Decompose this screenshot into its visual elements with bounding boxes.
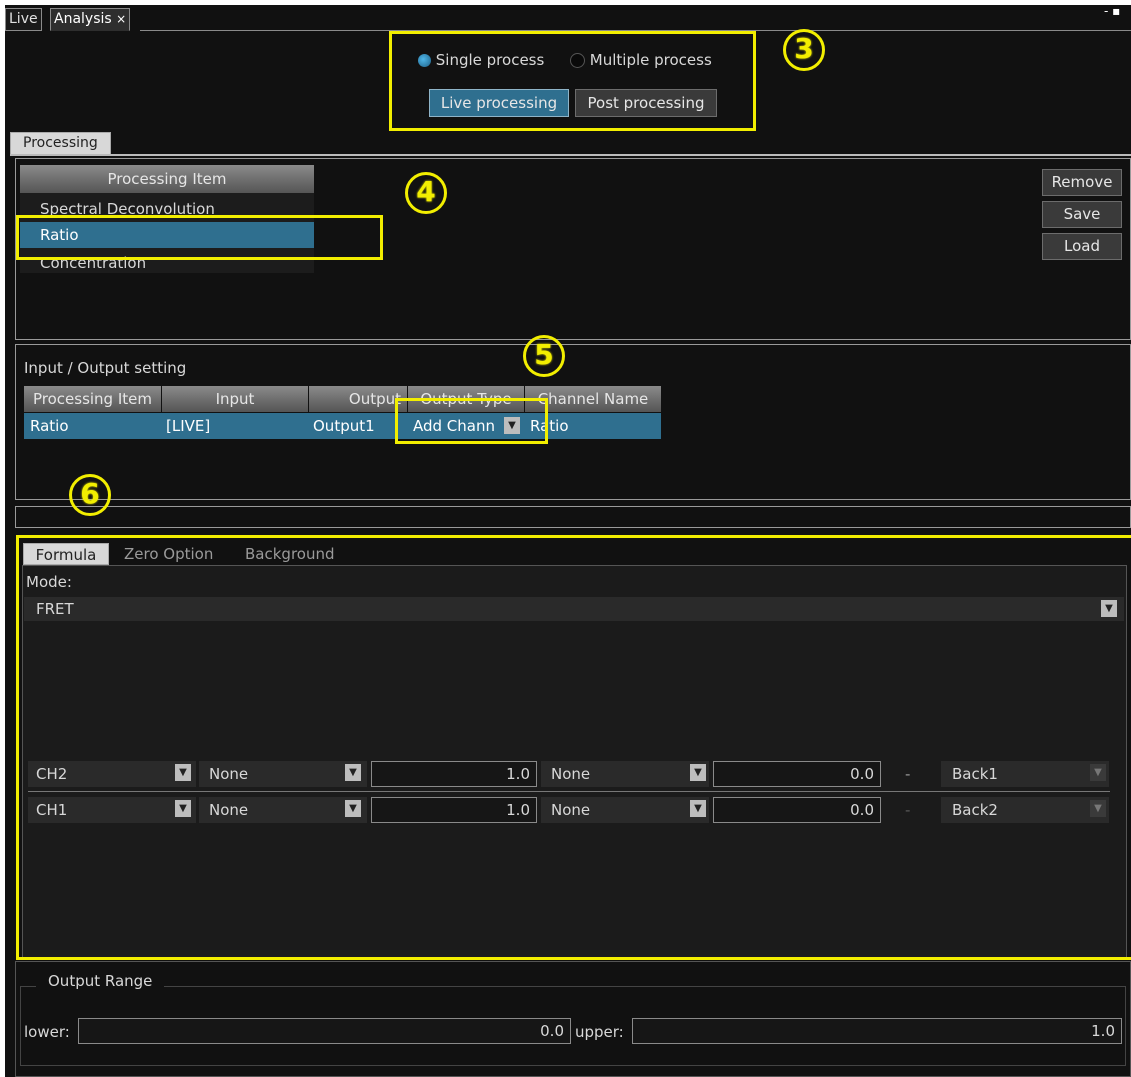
upper-input[interactable]: 1.0 bbox=[632, 1018, 1122, 1044]
io-col-header: Processing Item bbox=[24, 386, 161, 412]
processing-item-header: Processing Item bbox=[20, 165, 314, 193]
annotation-number-3: 3 bbox=[780, 28, 828, 76]
io-cell-input: [LIVE] bbox=[166, 417, 211, 435]
output-range-title: Output Range bbox=[36, 969, 165, 993]
close-icon[interactable]: × bbox=[116, 12, 126, 26]
io-cell-item: Ratio bbox=[30, 417, 69, 435]
tab-analysis[interactable]: Analysis × bbox=[50, 8, 131, 31]
processing-tab-line bbox=[10, 154, 1131, 156]
annotation-number-6: 6 bbox=[66, 473, 114, 521]
lower-input[interactable]: 0.0 bbox=[78, 1018, 571, 1044]
annotation-box-6 bbox=[16, 535, 1131, 960]
annotation-number-4: 4 bbox=[402, 171, 450, 219]
load-button[interactable]: Load bbox=[1042, 233, 1122, 260]
save-button[interactable]: Save bbox=[1042, 201, 1122, 228]
annotation-box-5 bbox=[395, 398, 548, 444]
io-col-header: Output bbox=[309, 386, 407, 412]
tab-live[interactable]: Live bbox=[5, 8, 42, 31]
window-controls-icon[interactable]: - ▪ bbox=[1104, 4, 1120, 18]
annotation-box-3 bbox=[389, 31, 756, 131]
remove-button[interactable]: Remove bbox=[1042, 169, 1122, 196]
lower-label: lower: bbox=[24, 1023, 70, 1041]
annotation-box-4 bbox=[16, 215, 383, 260]
upper-label: upper: bbox=[575, 1023, 624, 1041]
splitter-bar[interactable] bbox=[15, 506, 1131, 528]
io-cell-output: Output1 bbox=[313, 417, 375, 435]
io-col-header: Input bbox=[162, 386, 308, 412]
io-title: Input / Output setting bbox=[24, 359, 187, 377]
annotation-number-5: 5 bbox=[520, 334, 568, 382]
tab-processing[interactable]: Processing bbox=[10, 132, 111, 155]
